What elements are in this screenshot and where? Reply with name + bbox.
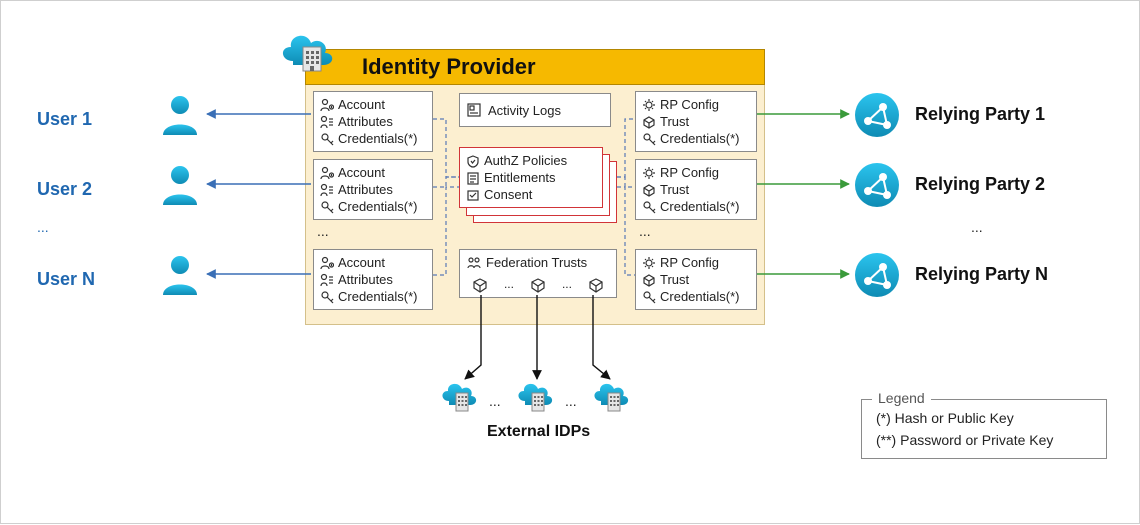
ext-idp-ellipsis-2: ... bbox=[565, 393, 577, 409]
external-idps-label: External IDPs bbox=[487, 423, 590, 441]
ext-idp-ellipsis-1: ... bbox=[489, 393, 501, 409]
legend-line-1: (*) Hash or Public Key bbox=[876, 410, 1092, 426]
external-idp-icon bbox=[513, 377, 557, 415]
legend-title: Legend bbox=[872, 390, 931, 406]
external-idp-icon bbox=[589, 377, 633, 415]
external-idp-icon bbox=[437, 377, 481, 415]
legend-line-2: (**) Password or Private Key bbox=[876, 432, 1092, 448]
legend-box: Legend (*) Hash or Public Key (**) Passw… bbox=[861, 399, 1107, 459]
